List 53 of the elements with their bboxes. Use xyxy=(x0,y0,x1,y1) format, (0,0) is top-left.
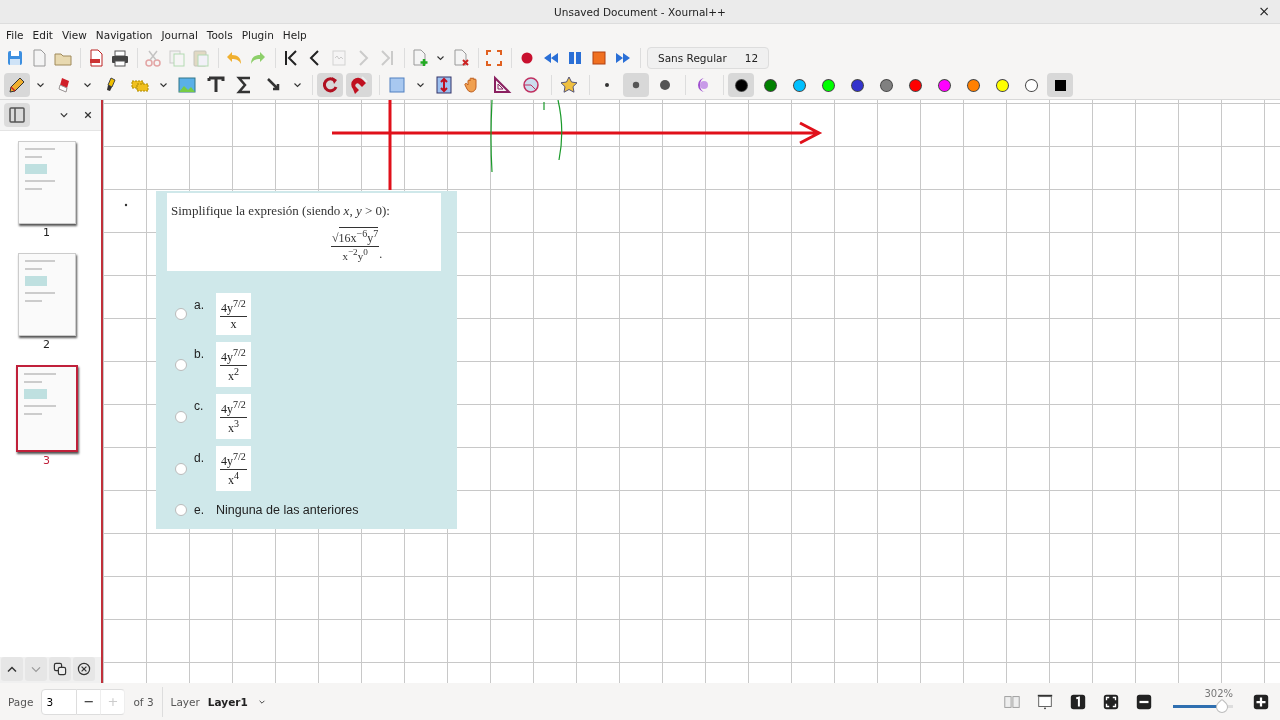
radio-button[interactable] xyxy=(175,410,187,423)
period: . xyxy=(379,246,383,262)
answer-formula: 4y$^{7/2}$ x xyxy=(216,293,251,335)
window-title: Unsaved Document - Xournal++ xyxy=(554,5,726,18)
page-count: of 3 xyxy=(133,695,154,708)
menu-item[interactable]: Navigation xyxy=(95,28,158,41)
menu-item[interactable]: Help xyxy=(282,28,312,41)
option-letter: a. xyxy=(194,298,205,312)
menu-item[interactable]: Tools xyxy=(206,28,238,41)
option-letter: b. xyxy=(194,347,205,361)
page-number: 3 xyxy=(43,454,50,467)
page-input[interactable]: 3 xyxy=(41,688,78,715)
menu-item[interactable]: Edit xyxy=(32,28,58,41)
rotation-snap-icon[interactable] xyxy=(317,73,343,97)
page-number: 2 xyxy=(43,338,50,351)
menu-item[interactable]: File xyxy=(6,28,29,41)
question-text: Simplifique la expresión (siendo x, y > 0): xyxy=(171,203,390,218)
option-letter: c. xyxy=(194,399,205,413)
delete-icon[interactable] xyxy=(73,657,95,681)
color-button[interactable] xyxy=(728,73,754,97)
option-letter: e. xyxy=(194,503,205,517)
ink-dot xyxy=(124,203,128,207)
medium-size-icon[interactable] xyxy=(623,73,649,97)
layer-name[interactable]: Layer1 xyxy=(207,695,248,708)
pen-icon[interactable] xyxy=(4,73,30,97)
layer-label: Layer xyxy=(170,695,200,708)
sidebar-toggle-icon[interactable] xyxy=(4,103,30,127)
menu-item[interactable]: Plugin xyxy=(241,28,279,41)
answer-formula: 4y$^{7/2}$ x$^{3}$ xyxy=(216,394,251,439)
menu-item[interactable]: View xyxy=(61,28,92,41)
page-label: Page xyxy=(8,695,34,708)
grid-snap-icon[interactable] xyxy=(346,73,372,97)
option-letter: d. xyxy=(194,451,205,465)
page-number: 1 xyxy=(43,226,50,239)
radio-button[interactable] xyxy=(175,358,187,371)
font-button[interactable]: Sans Regular 12 xyxy=(647,47,770,69)
up-icon[interactable] xyxy=(1,657,23,681)
page-minus-button[interactable]: − xyxy=(77,688,102,715)
answer-text: Ninguna de las anteriores xyxy=(216,503,359,517)
zoom-level: 302% xyxy=(1204,688,1233,699)
answer-formula: 4y$^{7/2}$ x$^{2}$ xyxy=(216,342,251,387)
page-thumbnail[interactable] xyxy=(15,365,78,452)
radio-button[interactable] xyxy=(175,504,187,516)
custom-color-button[interactable] xyxy=(1047,73,1073,97)
denominator: x$^{−2}$y$^{0}$ xyxy=(342,247,368,262)
radicand: 16x$^{−6}$y$^{7}$ xyxy=(338,227,379,246)
radio-button[interactable] xyxy=(175,308,187,320)
radio-button[interactable] xyxy=(175,462,187,475)
close-button[interactable]: × xyxy=(1256,3,1272,19)
answer-formula: 4y$^{7/2}$ x$^{4}$ xyxy=(216,446,251,491)
radical-sign: √ xyxy=(332,231,339,246)
menu-item[interactable]: Journal xyxy=(161,28,203,41)
duplicate-icon[interactable] xyxy=(49,657,71,681)
